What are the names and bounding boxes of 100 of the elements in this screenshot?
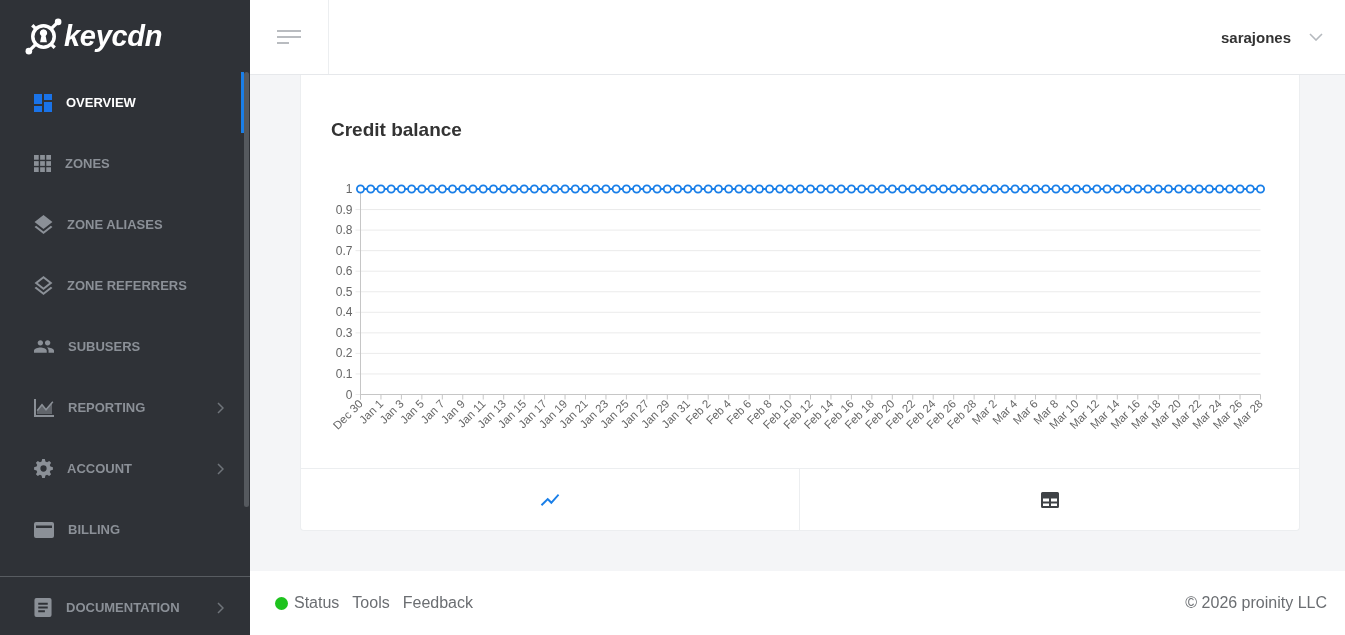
data-point (898, 184, 908, 194)
data-point (734, 184, 744, 194)
data-point (1204, 184, 1214, 194)
copyright-text: © 2026 proinity LLC (1185, 594, 1327, 612)
data-point (611, 184, 621, 194)
layers-outline-icon (34, 276, 53, 295)
logo-link[interactable]: keycdn (24, 16, 163, 56)
y-tick-label: 0.5 (335, 284, 353, 299)
nav-item[interactable]: ACCOUNT (0, 438, 244, 499)
nav-item[interactable]: ZONE ALIASES (0, 194, 244, 255)
data-point (591, 184, 601, 194)
data-point (1071, 184, 1081, 194)
data-point (826, 184, 836, 194)
data-point (867, 184, 877, 194)
data-point (488, 184, 498, 194)
data-point (356, 184, 365, 194)
data-point (601, 184, 611, 194)
data-point (632, 184, 642, 194)
nav-item[interactable]: SUBUSERS (0, 316, 244, 377)
data-point (1256, 184, 1265, 194)
nav-item[interactable]: DOCUMENTATION (0, 577, 244, 635)
data-point (581, 184, 590, 194)
data-point (662, 184, 672, 194)
data-point (417, 184, 427, 194)
keyhole-logo-icon (24, 16, 63, 56)
data-point (652, 184, 662, 194)
data-point (1163, 184, 1173, 194)
data-point (775, 184, 785, 194)
data-point (1051, 184, 1061, 194)
data-point (478, 184, 488, 194)
nav-item[interactable]: REPORTING (0, 377, 244, 438)
data-point (519, 184, 529, 194)
data-point (887, 184, 897, 194)
status-link[interactable]: Status (275, 594, 340, 612)
data-point (836, 184, 846, 194)
table-icon (1040, 491, 1059, 508)
data-point (990, 184, 1000, 194)
scrollbar-thumb[interactable] (244, 72, 249, 507)
data-point (540, 184, 550, 194)
nav-item[interactable]: BILLING (0, 499, 244, 560)
data-point (785, 184, 795, 194)
data-point (877, 184, 887, 194)
data-point (713, 184, 723, 194)
settings-icon (34, 459, 53, 478)
data-point (560, 184, 570, 194)
data-point (529, 184, 539, 194)
data-point (396, 184, 406, 194)
data-point (376, 184, 386, 194)
user-menu-button[interactable]: sarajones (1210, 0, 1345, 74)
data-point (1082, 184, 1092, 194)
data-point (938, 184, 948, 194)
data-point (795, 184, 805, 194)
y-tick-label: 0 (345, 387, 353, 402)
data-point (1041, 184, 1051, 194)
data-point (1235, 184, 1245, 194)
data-point (959, 184, 969, 194)
data-point (1174, 184, 1184, 194)
data-point (448, 184, 458, 194)
chevron-down-icon (1309, 33, 1323, 41)
y-tick-label: 0.8 (335, 223, 353, 238)
data-point (499, 184, 509, 194)
area-chart-icon (34, 398, 54, 417)
data-point (1245, 184, 1255, 194)
data-point (1123, 184, 1133, 194)
y-tick-label: 0.1 (335, 366, 353, 381)
footer-link[interactable]: Tools (352, 594, 390, 612)
data-point (744, 184, 754, 194)
data-point (468, 184, 478, 194)
data-point (1194, 184, 1204, 194)
data-point (683, 184, 693, 194)
nav-item[interactable]: ZONE REFERRERS (0, 255, 244, 316)
data-point (642, 184, 652, 194)
y-tick-label: 1 (345, 182, 353, 196)
menu-icon (277, 30, 301, 44)
data-point (806, 184, 815, 194)
line-chart-icon (540, 493, 560, 506)
y-tick-label: 0.2 (335, 346, 353, 361)
data-point (509, 184, 519, 194)
data-point (1153, 184, 1163, 194)
data-point (621, 184, 631, 194)
data-point (1143, 184, 1153, 194)
grid-icon (34, 155, 51, 172)
data-point (1215, 184, 1225, 194)
y-tick-label: 0.3 (335, 325, 353, 340)
data-point (979, 184, 989, 194)
footer-link[interactable]: Feedback (402, 594, 473, 612)
data-point (1092, 184, 1102, 194)
nav-item[interactable]: ZONES (0, 133, 244, 194)
data-point (458, 184, 468, 194)
data-point (1061, 184, 1071, 194)
data-point (754, 184, 764, 194)
data-point (1225, 184, 1235, 194)
data-point (673, 184, 683, 194)
data-point (928, 184, 938, 194)
data-point (1000, 184, 1010, 194)
y-tick-label: 0.6 (335, 264, 353, 279)
data-point (724, 184, 734, 194)
data-point (1102, 184, 1112, 194)
data-point (407, 184, 417, 194)
data-point (703, 184, 713, 194)
